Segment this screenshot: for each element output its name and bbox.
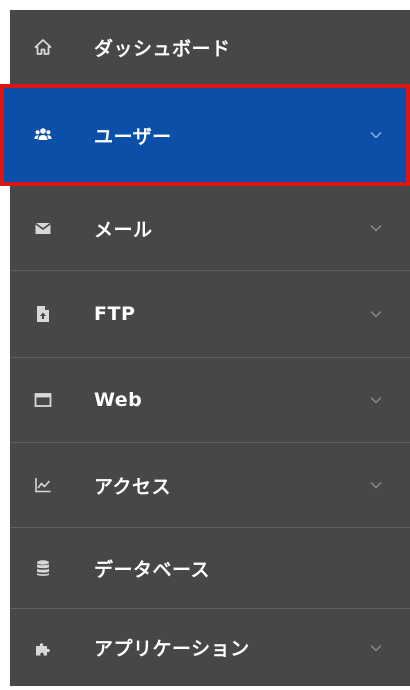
home-icon	[34, 38, 52, 56]
browser-window-icon	[34, 391, 52, 409]
sidebar-menu: ダッシュボード ユーザー メール FTP Web アクセス データベース アプリ…	[0, 10, 410, 686]
database-icon	[34, 559, 52, 577]
sidebar-item-web[interactable]: Web	[10, 358, 410, 442]
chevron-down-icon	[370, 222, 382, 234]
sidebar-item-users[interactable]: ユーザー	[0, 84, 410, 186]
sidebar-item-access[interactable]: アクセス	[10, 443, 410, 527]
sidebar-item-applications[interactable]: アプリケーション	[10, 609, 410, 686]
chevron-down-icon	[370, 642, 382, 654]
sidebar-item-label: ダッシュボード	[94, 37, 231, 60]
chevron-down-icon	[370, 479, 382, 491]
sidebar-item-label: ユーザー	[94, 125, 172, 148]
puzzle-icon	[34, 639, 52, 657]
sidebar-item-label: アクセス	[94, 475, 172, 498]
sidebar-item-label: Web	[94, 389, 143, 411]
envelope-icon	[34, 219, 52, 237]
sidebar-item-label: アプリケーション	[94, 638, 250, 660]
sidebar-item-database[interactable]: データベース	[10, 528, 410, 608]
sidebar-item-label: データベース	[94, 558, 211, 581]
file-upload-icon	[34, 305, 52, 323]
sidebar-item-dashboard[interactable]: ダッシュボード	[10, 10, 410, 84]
chevron-down-icon	[370, 129, 382, 141]
sidebar-item-label: メール	[94, 218, 153, 241]
chevron-down-icon	[370, 308, 382, 320]
users-icon	[34, 126, 52, 144]
line-chart-icon	[34, 476, 52, 494]
sidebar-item-label: FTP	[94, 303, 136, 325]
sidebar-item-mail[interactable]: メール	[10, 186, 410, 270]
chevron-down-icon	[370, 394, 382, 406]
sidebar-item-ftp[interactable]: FTP	[10, 271, 410, 357]
